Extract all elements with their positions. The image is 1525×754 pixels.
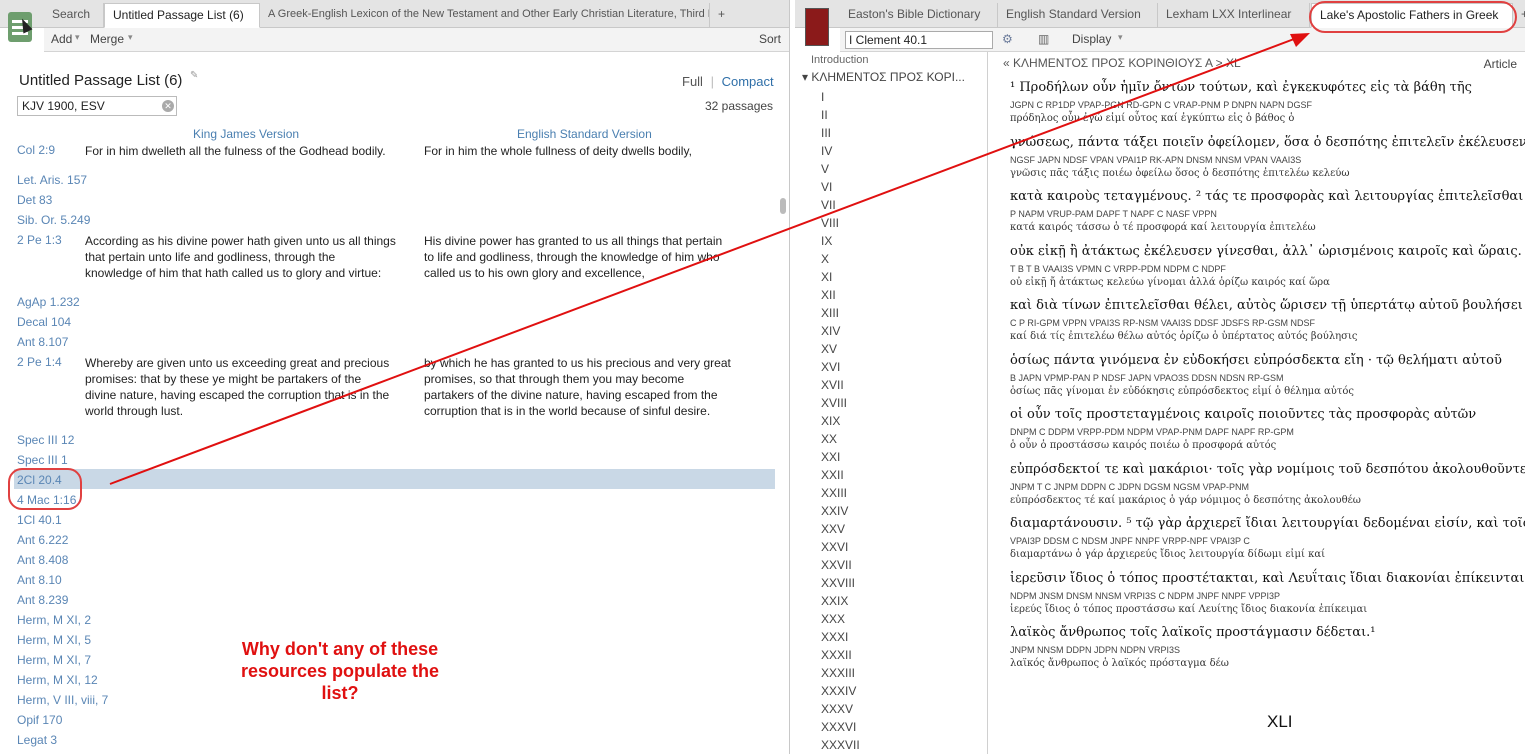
arrow-line xyxy=(109,35,1303,485)
arrow-head xyxy=(1290,33,1310,47)
annotation-arrow xyxy=(109,33,1310,485)
